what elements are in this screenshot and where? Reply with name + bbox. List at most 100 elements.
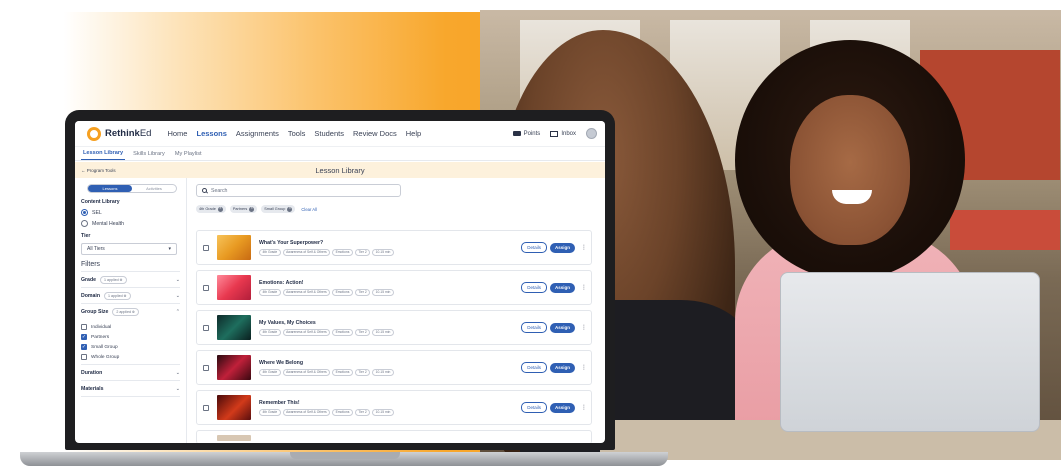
tag: Emotions [332, 368, 353, 376]
lesson-title[interactable]: What's Your Superpower? [259, 240, 521, 246]
radio-mental-health[interactable]: Mental Health [81, 220, 180, 227]
more-options-icon[interactable]: ⋮ [581, 404, 587, 411]
tab-my-playlist[interactable]: My Playlist [173, 151, 204, 160]
checkbox-partners[interactable]: ✓ Partners [81, 334, 180, 340]
checkmark-icon: ✓ [81, 344, 87, 350]
filter-domain[interactable]: Domain 1 applied ⊗ ⌄ [81, 288, 180, 304]
lesson-thumbnail[interactable] [217, 355, 251, 380]
assign-button[interactable]: Assign [549, 402, 575, 413]
lesson-thumbnail[interactable] [217, 275, 251, 300]
lesson-thumbnail[interactable] [217, 315, 251, 340]
checkbox-icon [81, 324, 87, 330]
search-placeholder: Search [211, 187, 228, 194]
assign-button[interactable]: Assign [549, 242, 575, 253]
nav-lessons[interactable]: Lessons [196, 129, 226, 138]
tier-select[interactable]: All Tiers ▾ [81, 243, 177, 255]
checkbox-individual[interactable]: Individual [81, 324, 180, 330]
nav-students[interactable]: Students [314, 129, 344, 138]
checkbox-icon[interactable] [203, 364, 209, 371]
radio-sel[interactable]: SEL [81, 209, 180, 216]
checkbox-icon[interactable] [203, 244, 209, 251]
inbox-button[interactable]: Inbox [550, 130, 576, 137]
nav-review-docs[interactable]: Review Docs [353, 129, 397, 138]
details-button[interactable]: Details [521, 402, 547, 413]
applied-badge[interactable]: 2 applied ⊗ [112, 308, 139, 316]
avatar[interactable] [586, 128, 597, 139]
lesson-row: Remember This! 4th Grade Awareness of Se… [196, 390, 592, 425]
filter-group-size: Group Size 2 applied ⊗ ⌃ Individual ✓ Pa… [81, 304, 180, 365]
tag: Emotions [332, 328, 353, 336]
more-options-icon[interactable]: ⋮ [581, 324, 587, 331]
more-options-icon[interactable]: ⋮ [581, 244, 587, 251]
nav-help[interactable]: Help [406, 129, 421, 138]
filter-chip[interactable]: 4th Grade × [196, 205, 226, 213]
logo-text: RethinkEd [105, 128, 152, 139]
checkbox-icon[interactable] [203, 324, 209, 331]
tag: Awareness of Self & Others [282, 288, 331, 296]
hero-scene: RethinkEd Home Lessons Assignments Tools… [0, 0, 1061, 471]
mail-icon [550, 130, 559, 137]
filter-grade[interactable]: Grade 1 applied ⊗ ⌄ [81, 272, 180, 288]
top-navigation: RethinkEd Home Lessons Assignments Tools… [75, 121, 605, 147]
points-label: Points [523, 130, 541, 137]
title-bar: ← Program Tools Lesson Library [75, 162, 605, 178]
toggle-lessons[interactable]: Lessons [88, 185, 132, 192]
checkbox-icon[interactable] [203, 404, 209, 411]
search-input[interactable]: Search [196, 184, 401, 197]
details-button[interactable]: Details [521, 282, 547, 293]
checkbox-whole-group[interactable]: Whole Group [81, 354, 180, 360]
checkbox-label: Whole Group [91, 354, 120, 360]
assign-button[interactable]: Assign [549, 362, 575, 373]
chevron-down-icon: ▾ [168, 246, 171, 252]
group-size-header[interactable]: Group Size 2 applied ⊗ ⌃ [81, 304, 180, 320]
student-laptop [780, 272, 1040, 432]
nav-tools[interactable]: Tools [288, 129, 306, 138]
nav-home[interactable]: Home [167, 129, 187, 138]
clear-all-link[interactable]: Clear All [301, 207, 317, 212]
filter-chip[interactable]: Partners × [229, 205, 258, 213]
points-button[interactable]: Points [512, 130, 541, 137]
filter-chip[interactable]: Small Group × [261, 205, 296, 213]
applied-badge[interactable]: 1 applied ⊗ [100, 275, 127, 284]
checkmark-icon: ✓ [81, 334, 87, 340]
lesson-thumbnail[interactable] [217, 395, 251, 420]
lesson-title[interactable]: Emotions: Action! [259, 280, 521, 286]
applied-badge[interactable]: 1 applied ⊗ [104, 291, 131, 300]
lesson-thumbnail[interactable] [217, 235, 251, 260]
close-icon[interactable]: × [287, 206, 293, 212]
tab-skills-library[interactable]: Skills Library [131, 151, 167, 160]
radio-label: Mental Health [92, 220, 125, 227]
chevron-down-icon: ⌄ [175, 385, 180, 392]
details-button[interactable]: Details [521, 322, 547, 333]
rethinked-logo[interactable]: RethinkEd [87, 126, 152, 141]
close-icon[interactable]: × [217, 206, 223, 212]
more-options-icon[interactable]: ⋮ [581, 364, 587, 371]
assign-button[interactable]: Assign [549, 282, 575, 293]
tab-lesson-library[interactable]: Lesson Library [81, 150, 126, 160]
checkbox-icon[interactable] [203, 284, 209, 291]
checkbox-small-group[interactable]: ✓ Small Group [81, 344, 180, 350]
close-icon[interactable]: × [249, 206, 255, 212]
chip-label: Partners [232, 207, 248, 211]
details-button[interactable]: Details [521, 242, 547, 253]
lessons-activities-toggle: Lessons Activities [87, 184, 177, 193]
assign-button[interactable]: Assign [549, 322, 575, 333]
radio-label: SEL [92, 209, 102, 216]
lesson-title[interactable]: Where We Belong [259, 360, 521, 366]
tag: 10-15 min [372, 288, 394, 296]
details-button[interactable]: Details [521, 362, 547, 373]
filter-duration[interactable]: Duration ⌄ [81, 365, 180, 381]
student-right-face [790, 95, 910, 245]
nav-assignments[interactable]: Assignments [236, 129, 279, 138]
more-options-icon[interactable]: ⋮ [581, 284, 587, 291]
lesson-title[interactable]: Remember This! [259, 400, 521, 406]
radio-empty-icon [81, 220, 88, 227]
filter-materials[interactable]: Materials ⌄ [81, 381, 180, 397]
lesson-title[interactable]: My Values, My Choices [259, 320, 521, 326]
filter-label: Grade [81, 276, 96, 283]
lesson-tags: 4th Grade Awareness of Self & Others Emo… [259, 248, 521, 256]
toggle-activities[interactable]: Activities [132, 185, 176, 192]
lesson-row: My Values, My Choices 4th Grade Awarenes… [196, 310, 592, 345]
radio-selected-icon [81, 209, 88, 216]
program-tools-link[interactable]: ← Program Tools [75, 168, 185, 173]
